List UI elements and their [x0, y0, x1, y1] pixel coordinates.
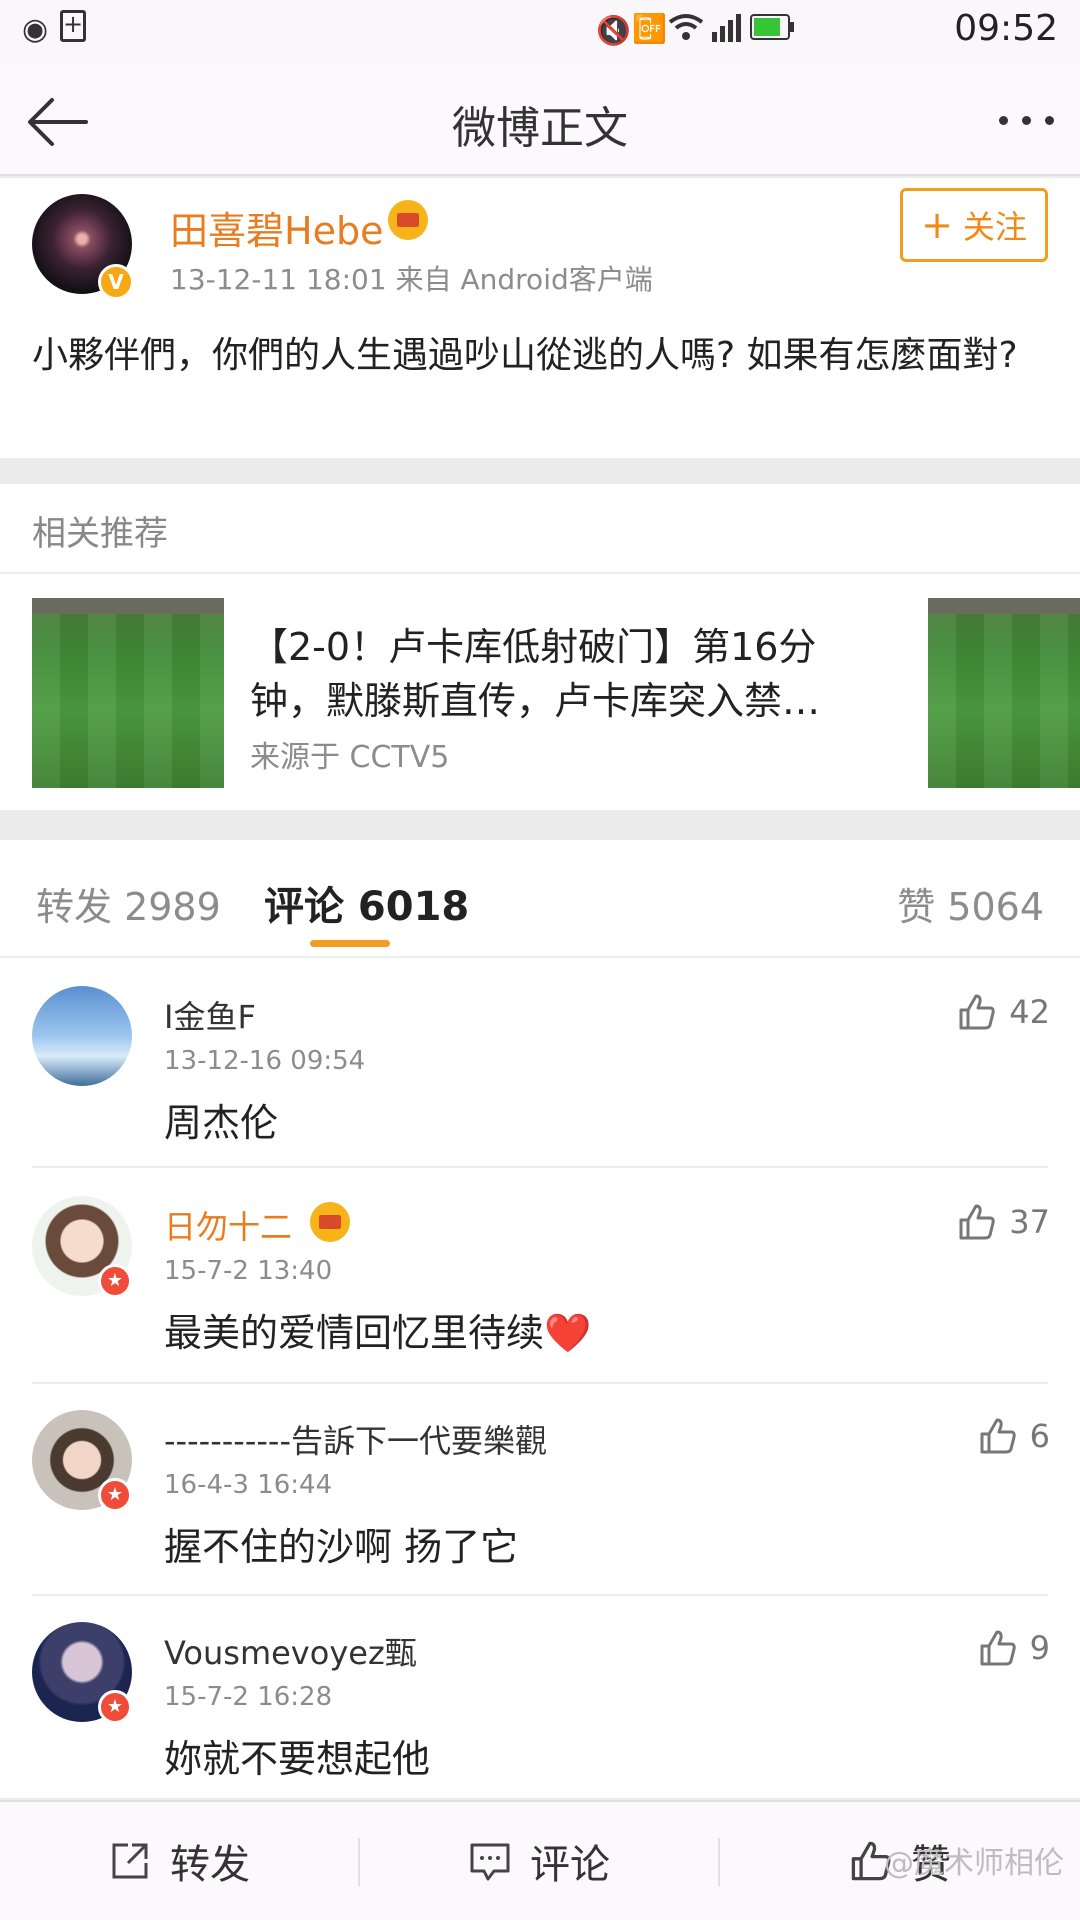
mute-icon: 🔇: [596, 14, 631, 47]
thumbs-up-icon: [980, 1630, 1016, 1666]
more-icon[interactable]: [999, 116, 1054, 125]
related-source: 来源于 CCTV5: [250, 740, 450, 775]
repost-button[interactable]: 转发: [0, 1802, 358, 1920]
follow-label: 关注: [962, 208, 1027, 246]
like-count: 9: [1029, 1629, 1050, 1667]
share-icon: [112, 1843, 148, 1879]
tab-comment[interactable]: 评论 6018: [264, 874, 469, 932]
comment-time: 15-7-2 13:40: [164, 1256, 333, 1286]
active-tab-indicator: [310, 940, 390, 947]
commenter-name[interactable]: -----------告訴下一代要樂觀: [164, 1416, 547, 1462]
star-badge-icon: ★: [98, 1690, 132, 1724]
comment-text: 握不住的沙啊 扬了它: [164, 1525, 519, 1569]
comment-like-button[interactable]: 42: [957, 992, 1050, 1032]
repost-label: 转发: [170, 1842, 250, 1888]
comment-text: 周杰伦: [164, 1101, 279, 1145]
comment-label: 评论: [530, 1842, 610, 1888]
wifi-icon: [668, 14, 704, 40]
post-tabs: 转发 2989 评论 6018 赞 5064: [0, 840, 1080, 958]
comment-like-button[interactable]: 37: [957, 1202, 1050, 1242]
divider: [32, 1594, 1048, 1596]
post-card: V 田喜碧Hebe 13-12-11 18:01 来自 Android客户端 +…: [0, 178, 1080, 458]
vip-crown-icon: [310, 1202, 350, 1242]
tab-repost[interactable]: 转发 2989: [36, 876, 221, 931]
like-count: 6: [1029, 1417, 1050, 1455]
comment-button[interactable]: 评论: [360, 1802, 718, 1920]
related-section: 相关推荐 【2-0！卢卡库低射破门】第16分钟，默滕斯直传，卢卡库突入禁… 来源…: [0, 484, 1080, 810]
add-app-icon: +: [60, 10, 86, 42]
comment-text: 最美的爱情回忆里待续❤️: [164, 1311, 592, 1355]
comment-time: 13-12-16 09:54: [164, 1046, 366, 1076]
comment-text: 妳就不要想起他: [164, 1737, 431, 1781]
video-thumbnail[interactable]: [32, 598, 224, 788]
weibo-icon: ◉: [22, 12, 49, 47]
author-name[interactable]: 田喜碧Hebe: [170, 200, 383, 255]
battery-icon: [750, 14, 794, 40]
comment-time: 16-4-3 16:44: [164, 1470, 333, 1500]
video-thumbnail-next[interactable]: [928, 598, 1080, 788]
status-bar: ◉ + 🔇 📴 09:52: [0, 0, 1080, 62]
top-nav: 微博正文: [0, 62, 1080, 176]
tab-like[interactable]: 赞 5064: [897, 876, 1044, 931]
follow-button[interactable]: + 关注: [900, 188, 1048, 262]
clock: 09:52: [954, 8, 1058, 49]
divider: [32, 1382, 1048, 1384]
divider: [0, 572, 1080, 574]
watermark: @魔术师相伦: [884, 1846, 1064, 1881]
related-header: 相关推荐: [32, 514, 168, 554]
thumbs-up-icon: [959, 994, 995, 1030]
commenter-avatar[interactable]: [32, 986, 132, 1086]
signal-icon: [712, 14, 741, 42]
vibrate-off-icon: 📴: [632, 12, 667, 45]
vip-crown-icon: [388, 200, 428, 240]
commenter-name[interactable]: I金鱼F: [164, 992, 256, 1038]
commenter-name[interactable]: 日勿十二: [164, 1202, 292, 1248]
post-text: 小夥伴們，你們的人生遇過吵山從逃的人嗎? 如果有怎麼面對?: [32, 335, 1018, 376]
comment-like-button[interactable]: 9: [978, 1628, 1050, 1668]
commenter-name[interactable]: Vousmevoyez甄: [164, 1628, 417, 1674]
comment-time: 15-7-2 16:28: [164, 1682, 333, 1712]
divider: [32, 1166, 1048, 1168]
star-badge-icon: ★: [98, 1264, 132, 1298]
thumbs-up-icon: [980, 1418, 1016, 1454]
verified-badge-icon: V: [98, 264, 134, 300]
comment-icon: [470, 1843, 510, 1881]
like-count: 42: [1009, 993, 1050, 1031]
related-title[interactable]: 【2-0！卢卡库低射破门】第16分钟，默滕斯直传，卢卡库突入禁…: [250, 620, 870, 728]
plus-icon: +: [921, 203, 953, 247]
star-badge-icon: ★: [98, 1478, 132, 1512]
comment-like-button[interactable]: 6: [978, 1416, 1050, 1456]
comment-list: I金鱼F 13-12-16 09:54 周杰伦 42 ★ 日勿十二 15-7-2…: [0, 958, 1080, 1798]
like-count: 37: [1009, 1203, 1050, 1241]
thumbs-up-icon: [959, 1204, 995, 1240]
post-meta: 13-12-11 18:01 来自 Android客户端: [170, 263, 653, 296]
page-title: 微博正文: [452, 103, 628, 154]
